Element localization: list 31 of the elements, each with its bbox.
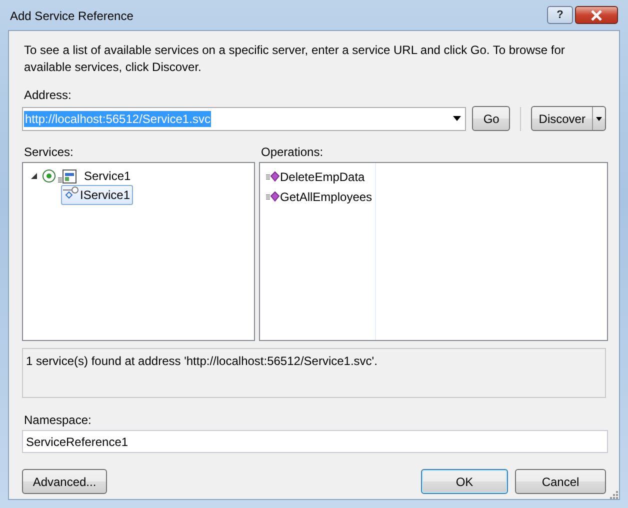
discover-split-button[interactable]: Discover <box>531 106 606 131</box>
go-button[interactable]: Go <box>472 106 510 131</box>
namespace-field[interactable]: ServiceReference1 <box>22 430 608 453</box>
method-icon <box>266 191 280 203</box>
ok-button[interactable]: OK <box>421 469 508 494</box>
dropdown-caret-icon <box>453 116 462 121</box>
advanced-button[interactable]: Advanced... <box>22 469 107 494</box>
window-title: Add Service Reference <box>10 8 134 23</box>
namespace-label: Namespace: <box>24 413 92 428</box>
method-icon <box>266 171 280 183</box>
tree-item[interactable]: Service1 <box>80 166 135 184</box>
services-tree[interactable]: Service1 IService1 <box>22 162 255 341</box>
operations-list[interactable]: DeleteEmpData GetAllEmployees <box>259 162 608 341</box>
resize-grip-icon <box>610 491 618 499</box>
discover-label: Discover <box>532 107 593 130</box>
expanded-arrow-icon[interactable] <box>31 172 37 178</box>
dropdown-caret-icon <box>596 116 602 120</box>
close-button[interactable] <box>575 6 618 24</box>
operations-label: Operations: <box>261 145 324 160</box>
services-label: Services: <box>24 145 74 160</box>
status-message: 1 service(s) found at address 'http://localhost:56512/Service1.svc'. <box>26 354 378 368</box>
operation-item[interactable]: DeleteEmpData <box>280 170 365 184</box>
instructions-text: To see a list of available services on a specific server, enter a service URL and click Go. To browse for available services, click Discover. <box>24 42 566 76</box>
help-button[interactable]: ? <box>547 6 573 24</box>
tree-item[interactable]: IService1 <box>61 184 134 204</box>
address-value: http://localhost:56512/Service1.svc <box>24 110 212 126</box>
address-label: Address: <box>24 88 72 103</box>
close-icon <box>590 10 603 20</box>
operation-item[interactable]: GetAllEmployees <box>280 190 372 204</box>
cancel-button[interactable]: Cancel <box>515 469 606 494</box>
service-icon <box>42 168 78 184</box>
